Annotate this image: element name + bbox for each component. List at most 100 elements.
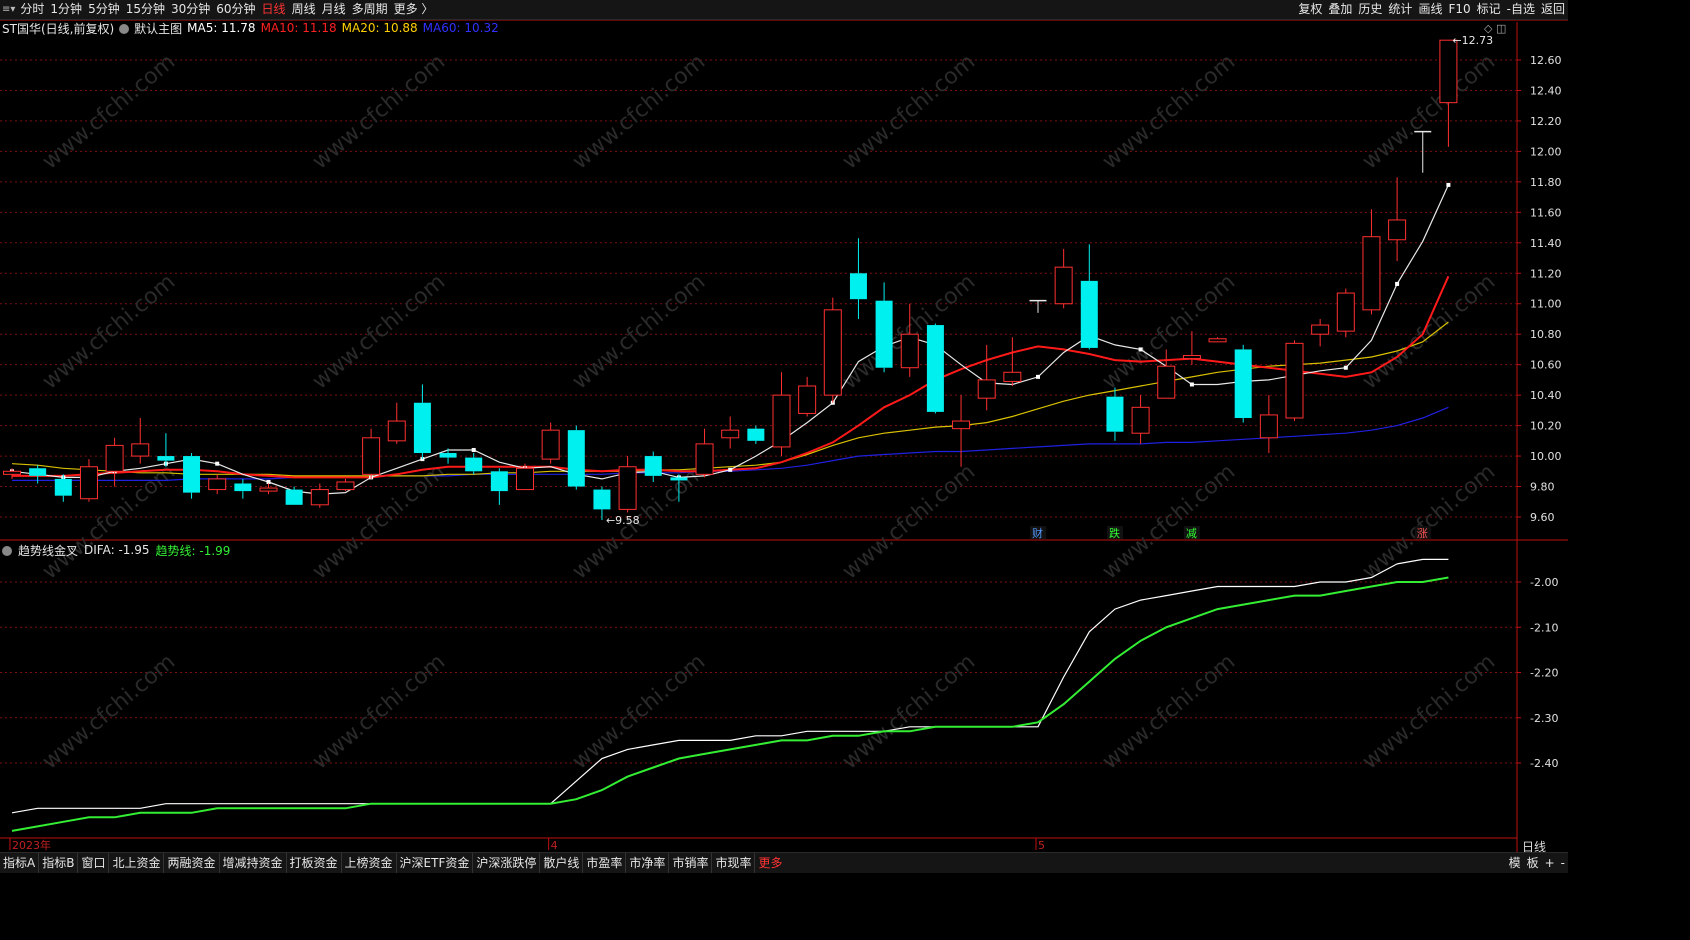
candle-up — [310, 489, 329, 506]
candle-up — [1208, 338, 1227, 343]
bottom-control-0[interactable]: 模 — [1506, 853, 1524, 873]
watermark-text: www.cfchi.com — [1098, 49, 1240, 174]
bottom-control-3[interactable]: - — [1558, 853, 1568, 873]
tool-buttons: 复权 叠加 历史 统计 画线 F10 标记 -自选 返回 — [1295, 0, 1568, 19]
watermark-text: www.cfchi.com — [1098, 459, 1240, 584]
price-annotation: ←9.58 — [606, 514, 640, 527]
watermark-text: www.cfchi.com — [1358, 459, 1500, 584]
tool-button-6[interactable]: 标记 — [1474, 0, 1504, 19]
period-tab-6[interactable]: 日线 — [259, 0, 289, 19]
indicator-tab-4[interactable]: 两融资金 — [164, 853, 220, 873]
candle-down — [747, 428, 765, 441]
candle-up — [1285, 342, 1304, 419]
candle-down — [567, 430, 585, 487]
watermark-text: www.cfchi.com — [308, 49, 450, 174]
candle-up — [336, 481, 355, 491]
watermark-text: www.cfchi.com — [568, 49, 710, 174]
y-tick-label: 12.00 — [1530, 145, 1562, 158]
tool-button-3[interactable]: 统计 — [1385, 0, 1415, 19]
indicator-tab-6[interactable]: 打板资金 — [287, 853, 342, 873]
candle-up — [823, 309, 842, 396]
candle-down — [465, 457, 483, 472]
period-tabs: ≡▾ 分时 1分钟 5分钟 15分钟 30分钟 60分钟 日线 周线 月线 多周期 更多 〉 — [0, 0, 436, 19]
watermark-text: www.cfchi.com — [838, 459, 980, 584]
indicator-tab-2[interactable]: 窗口 — [78, 853, 110, 873]
candle-down — [54, 478, 72, 496]
period-tab-1[interactable]: 1分钟 — [47, 0, 85, 19]
tool-button-8[interactable]: 返回 — [1538, 0, 1568, 19]
tool-button-2[interactable]: 历史 — [1355, 0, 1385, 19]
event-marker: 涨 — [1417, 527, 1428, 540]
candle-up — [721, 429, 740, 439]
period-tab-4[interactable]: 30分钟 — [168, 0, 213, 19]
watermark-text: www.cfchi.com — [838, 649, 980, 774]
menu-icon[interactable]: ≡▾ — [0, 4, 17, 15]
bottom-control-1[interactable]: 板 — [1524, 853, 1542, 873]
indicator-tab-5[interactable]: 增减持资金 — [220, 853, 287, 873]
candle-up — [105, 444, 124, 472]
candle-up — [3, 470, 21, 475]
indicator-tab-8[interactable]: 沪深ETF资金 — [397, 853, 474, 873]
y-tick-label: 11.60 — [1530, 206, 1562, 219]
period-tab-7[interactable]: 周线 — [289, 0, 319, 19]
y-tick-label: 9.60 — [1530, 511, 1555, 524]
period-tab-2[interactable]: 5分钟 — [85, 0, 123, 19]
x-tick-label: 5 — [1038, 839, 1045, 852]
tool-button-5[interactable]: F10 — [1445, 0, 1473, 19]
candle-up — [208, 478, 227, 491]
period-tab-10[interactable]: 更多 〉 — [391, 0, 437, 19]
period-tab-9[interactable]: 多周期 — [349, 0, 391, 19]
ma5-point — [1036, 374, 1040, 379]
candle-up — [516, 467, 534, 491]
y-tick-label: 12.40 — [1530, 84, 1562, 97]
period-tab-3[interactable]: 15分钟 — [123, 0, 168, 19]
period-tab-0[interactable]: 分时 — [17, 0, 47, 19]
indicator-tab-1[interactable]: 指标B — [39, 853, 79, 873]
watermark-text: www.cfchi.com — [568, 269, 710, 394]
period-toolbar: ≡▾ 分时 1分钟 5分钟 15分钟 30分钟 60分钟 日线 周线 月线 多周期 更多 〉 复权叠… — [0, 0, 1568, 20]
watermark-text: www.cfchi.com — [1098, 649, 1240, 774]
indicator-tab-9[interactable]: 沪深涨跌停 — [473, 853, 541, 873]
tool-button-0[interactable]: 复权 — [1295, 0, 1325, 19]
sub-y-tick-label: -2.20 — [1530, 667, 1558, 680]
indicator-tab-10[interactable]: 散户线 — [540, 853, 584, 873]
bottom-right-controls: 模板 + - — [1506, 853, 1568, 873]
candle-up — [952, 420, 971, 430]
indicator-name[interactable]: 趋势线金叉 — [18, 542, 78, 559]
bottom-control-2[interactable]: + — [1542, 853, 1558, 873]
candle-down — [157, 456, 175, 461]
candle-down — [1080, 280, 1098, 348]
candle-up — [1131, 406, 1150, 434]
candle-up — [1157, 365, 1176, 399]
candle-up — [1336, 292, 1355, 332]
y-tick-label: 11.40 — [1530, 237, 1562, 250]
candle-up — [541, 429, 560, 460]
indicator-tab-7[interactable]: 上榜资金 — [342, 853, 397, 873]
watermark-text: www.cfchi.com — [1358, 649, 1500, 774]
ma5-point — [1395, 281, 1400, 286]
y-tick-label: 10.20 — [1530, 420, 1562, 433]
ma5-point — [471, 447, 476, 452]
indicator-circle-icon[interactable] — [2, 546, 12, 556]
indicator-tab-3[interactable]: 北上资金 — [109, 853, 165, 873]
sub-y-tick-label: -2.10 — [1530, 621, 1558, 634]
period-tab-8[interactable]: 月线 — [319, 0, 349, 19]
candle-up — [1054, 266, 1073, 305]
tool-button-7[interactable]: -自选 — [1504, 0, 1538, 19]
tool-button-4[interactable]: 画线 — [1415, 0, 1445, 19]
indicator-tab-12[interactable]: 市净率 — [626, 853, 670, 873]
sub-y-tick-label: -2.00 — [1530, 576, 1558, 589]
watermark-text: www.cfchi.com — [38, 49, 180, 174]
trend-line — [11, 576, 1449, 832]
tool-button-1[interactable]: 叠加 — [1325, 0, 1355, 19]
indicator-tab-11[interactable]: 市盈率 — [583, 853, 627, 873]
period-tab-5[interactable]: 60分钟 — [213, 0, 258, 19]
indicator-tab-13[interactable]: 市销率 — [669, 853, 713, 873]
indicator-tab-14[interactable]: 市现率 — [712, 853, 756, 873]
candle-up — [259, 487, 278, 492]
candle-up — [1388, 219, 1407, 241]
kline-chart[interactable]: 12.60 12.40 12.20 12.00 11.80 11.60 11.40 11.20… — [0, 20, 1568, 852]
indicator-tab-0[interactable]: 指标A — [0, 853, 40, 873]
indicator-tab-15[interactable]: 更多 — [755, 853, 785, 873]
event-marker: 跌 — [1109, 526, 1120, 540]
